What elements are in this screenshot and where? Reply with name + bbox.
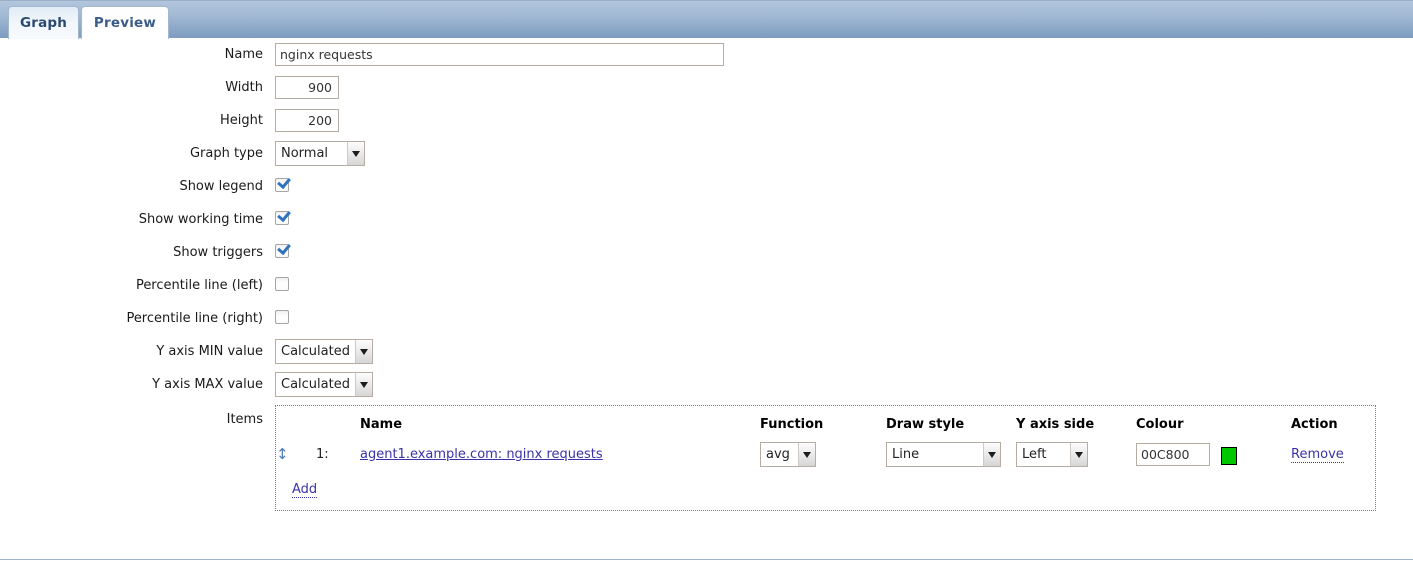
header-action: Action	[1291, 417, 1338, 432]
cell-function: avg	[760, 436, 886, 467]
percentile-left-checkbox[interactable]	[275, 277, 289, 291]
chevron-down-icon	[355, 340, 372, 363]
field-row-y-axis-min: Y axis MIN value Calculated	[0, 335, 1413, 368]
field-row-height: Height	[0, 104, 1413, 137]
height-input[interactable]	[275, 109, 339, 132]
tab-preview[interactable]: Preview	[81, 6, 169, 39]
drag-handle-icon[interactable]: ↕	[276, 446, 289, 462]
show-triggers-checkbox[interactable]	[275, 244, 289, 258]
header-function: Function	[760, 417, 824, 432]
header-y-axis-side: Y axis side	[1016, 417, 1095, 432]
remove-link[interactable]: Remove	[1291, 447, 1344, 463]
items-panel: Name Function Draw style Y axis side Col…	[275, 405, 1376, 511]
function-select[interactable]: avg	[760, 442, 816, 467]
field-row-graph-type: Graph type Normal	[0, 137, 1413, 170]
name-input[interactable]	[275, 43, 724, 66]
label-graph-type: Graph type	[189, 146, 263, 161]
tab-graph-label: Graph	[19, 15, 68, 31]
chevron-down-icon	[347, 142, 364, 165]
add-wrapper: Add	[292, 478, 318, 498]
field-row-y-axis-max: Y axis MAX value Calculated	[0, 368, 1413, 401]
add-link[interactable]: Add	[292, 482, 318, 498]
cell-name: agent1.example.com: nginx requests	[360, 436, 760, 467]
y-axis-max-select[interactable]: Calculated	[275, 372, 373, 397]
tab-strip: Graph Preview	[0, 0, 1413, 39]
field-row-show-legend: Show legend	[0, 170, 1413, 203]
draw-style-select[interactable]: Line	[886, 442, 1001, 467]
header-draw-style: Draw style	[886, 417, 965, 432]
y-axis-side-value: Left	[1022, 447, 1047, 462]
label-y-axis-min: Y axis MIN value	[156, 344, 263, 359]
colour-swatch[interactable]	[1221, 446, 1238, 465]
chevron-down-icon	[798, 443, 815, 466]
y-axis-min-value: Calculated	[281, 344, 350, 359]
field-row-percentile-right: Percentile line (right)	[0, 302, 1413, 335]
field-row-width: Width	[0, 71, 1413, 104]
label-width: Width	[225, 80, 263, 95]
field-row-name: Name	[0, 38, 1413, 71]
graph-form: Name Width Height Graph type Normal Show…	[0, 38, 1413, 511]
show-working-time-checkbox[interactable]	[275, 211, 289, 225]
cell-draw-style: Line	[886, 436, 1016, 467]
graph-type-value: Normal	[281, 146, 329, 161]
field-row-show-triggers: Show triggers	[0, 236, 1413, 269]
header-index	[316, 406, 360, 436]
cell-index: 1:	[316, 436, 360, 467]
label-show-triggers: Show triggers	[173, 245, 263, 260]
label-show-working-time: Show working time	[138, 212, 263, 227]
colour-input[interactable]	[1136, 443, 1210, 466]
label-percentile-left: Percentile line (left)	[135, 278, 263, 293]
cell-handle: ↕	[276, 436, 316, 467]
width-input[interactable]	[275, 76, 339, 99]
label-y-axis-max: Y axis MAX value	[152, 377, 263, 392]
table-row: ↕ 1: agent1.example.com: nginx requests …	[276, 436, 1377, 467]
field-row-show-working-time: Show working time	[0, 203, 1413, 236]
chevron-down-icon	[1070, 443, 1087, 466]
graph-type-select[interactable]: Normal	[275, 141, 365, 166]
item-index: 1:	[316, 447, 329, 462]
label-items: Items	[226, 412, 263, 427]
y-axis-side-select[interactable]: Left	[1016, 442, 1088, 467]
show-legend-checkbox[interactable]	[275, 178, 289, 192]
header-handle	[276, 406, 316, 436]
items-table: Name Function Draw style Y axis side Col…	[276, 406, 1377, 467]
items-table-header: Name Function Draw style Y axis side Col…	[276, 406, 1377, 436]
label-show-legend: Show legend	[179, 179, 263, 194]
label-name: Name	[224, 47, 263, 62]
label-height: Height	[220, 113, 263, 128]
tab-graph[interactable]: Graph	[8, 6, 79, 39]
chevron-down-icon	[983, 443, 1000, 466]
field-row-items: Items Name Function Draw style Y axis si…	[0, 405, 1413, 511]
chevron-down-icon	[355, 373, 372, 396]
function-value: avg	[766, 447, 790, 462]
header-colour: Colour	[1136, 417, 1184, 432]
cell-colour	[1136, 436, 1291, 467]
header-name: Name	[360, 417, 403, 432]
y-axis-max-value: Calculated	[281, 377, 350, 392]
cell-y-axis-side: Left	[1016, 436, 1136, 467]
tab-preview-label: Preview	[93, 15, 157, 31]
draw-style-value: Line	[892, 447, 920, 462]
y-axis-min-select[interactable]: Calculated	[275, 339, 373, 364]
percentile-right-checkbox[interactable]	[275, 310, 289, 324]
item-name-link[interactable]: agent1.example.com: nginx requests	[360, 447, 603, 462]
field-row-percentile-left: Percentile line (left)	[0, 269, 1413, 302]
footer-divider	[0, 559, 1413, 560]
cell-action: Remove	[1291, 436, 1377, 467]
label-percentile-right: Percentile line (right)	[126, 311, 263, 326]
